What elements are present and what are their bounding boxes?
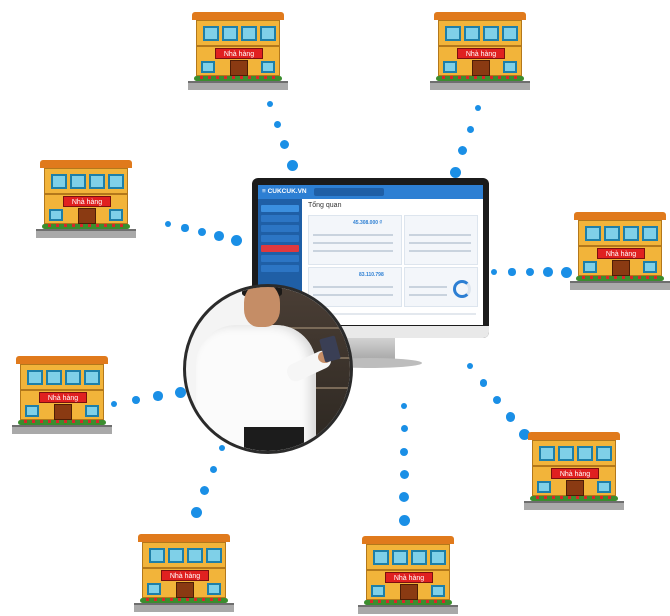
restaurant-sign: Nhà hàng bbox=[597, 248, 645, 259]
connector-dot bbox=[401, 403, 407, 409]
donut-chart-icon bbox=[453, 280, 471, 298]
connector-dot bbox=[492, 395, 502, 405]
connector-dot bbox=[209, 465, 218, 474]
restaurant-building-left-upper: Nhà hàng bbox=[36, 160, 136, 238]
connector-dot bbox=[400, 425, 408, 433]
connector-dot bbox=[280, 140, 290, 150]
revenue-card: 45.308.000 ₫ bbox=[308, 215, 402, 265]
restaurant-building-bottom-right: Nhà hàng bbox=[358, 536, 458, 614]
restaurant-building-top-right: Nhà hàng bbox=[430, 12, 530, 90]
connector-dot bbox=[479, 379, 488, 387]
connector-dot bbox=[165, 221, 171, 227]
restaurant-building-right-upper: Nhà hàng bbox=[570, 212, 670, 290]
app-logo: ≡ CUKCUK.VN bbox=[262, 188, 307, 195]
connector-dot bbox=[214, 231, 224, 241]
connector-dot bbox=[505, 412, 516, 422]
connector-dot bbox=[399, 469, 409, 479]
connector-dot bbox=[190, 506, 202, 518]
connector-dot bbox=[267, 101, 273, 107]
connector-dot bbox=[273, 120, 282, 129]
restaurant-sign: Nhà hàng bbox=[551, 468, 599, 479]
stats-card bbox=[404, 267, 478, 307]
restaurant-sign: Nhà hàng bbox=[385, 572, 433, 583]
dashboard-title: Tổng quan bbox=[308, 202, 342, 209]
connector-dot bbox=[398, 514, 410, 526]
restaurant-building-top-left: Nhà hàng bbox=[188, 12, 288, 90]
connector-dot bbox=[181, 224, 189, 232]
network-illustration: Nhà hàng Nhà hàng Nhà hàng Nhà hàng Nhà … bbox=[0, 0, 670, 616]
connector-dot bbox=[399, 492, 409, 503]
restaurant-sign: Nhà hàng bbox=[215, 48, 263, 59]
revenue-value: 45.308.000 ₫ bbox=[353, 220, 382, 226]
connector-dot bbox=[197, 227, 207, 237]
connector-dot bbox=[200, 486, 210, 496]
connector-dot bbox=[174, 386, 186, 398]
monitor-stand bbox=[345, 338, 395, 360]
restaurant-building-right-lower: Nhà hàng bbox=[524, 432, 624, 510]
connector-dot bbox=[543, 267, 553, 277]
person-with-phone-photo bbox=[183, 284, 353, 454]
restaurant-sign: Nhà hàng bbox=[161, 570, 209, 581]
restaurant-sign: Nhà hàng bbox=[39, 392, 87, 403]
connector-dot bbox=[286, 159, 298, 171]
connector-dot bbox=[467, 363, 473, 369]
connector-dot bbox=[475, 105, 481, 111]
connector-dot bbox=[449, 166, 461, 178]
orders-card bbox=[404, 215, 478, 265]
connector-dot bbox=[132, 396, 140, 404]
connector-dot bbox=[230, 234, 242, 246]
connector-dot bbox=[525, 267, 535, 277]
connector-dot bbox=[508, 268, 516, 276]
connector-dot bbox=[400, 447, 408, 456]
restaurant-building-left-lower: Nhà hàng bbox=[12, 356, 112, 434]
restaurant-building-bottom-left: Nhà hàng bbox=[134, 534, 234, 612]
profit-value: 83.110.798 bbox=[359, 272, 384, 278]
connector-dot bbox=[491, 269, 497, 275]
restaurant-sign: Nhà hàng bbox=[457, 48, 505, 59]
connector-dot bbox=[466, 125, 475, 134]
connector-dot bbox=[458, 146, 468, 156]
restaurant-sign: Nhà hàng bbox=[63, 196, 111, 207]
connector-dot bbox=[153, 391, 163, 401]
search-bar bbox=[314, 188, 384, 196]
